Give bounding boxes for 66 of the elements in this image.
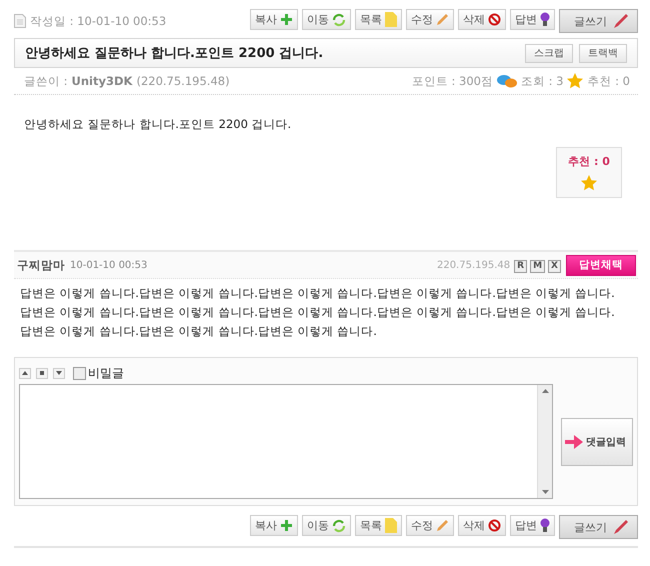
secret-checkbox[interactable] (73, 366, 86, 380)
pencil-icon (436, 13, 449, 26)
comment-action-button[interactable]: R (514, 260, 528, 273)
chat-icon (496, 74, 517, 88)
write-button[interactable]: 글쓰기 (559, 9, 638, 33)
scroll-down-button[interactable] (53, 368, 65, 378)
date-text: 작성일 : 10-01-10 00:53 (30, 14, 166, 28)
toolbar-button[interactable]: 답변 (510, 515, 555, 536)
comment-author: 구찌맘마 (17, 258, 65, 272)
points-text: 포인트 : 300점 (412, 74, 493, 88)
toolbar-button[interactable]: 목록 (355, 9, 402, 30)
toolbar-button[interactable]: 목록 (355, 515, 402, 536)
views-text: 조회 : 3 (520, 74, 564, 88)
comment-action-button[interactable]: M (530, 260, 546, 273)
recommend-count: 추천 : 0 (587, 74, 630, 88)
square-icon (40, 371, 44, 375)
toolbar-button[interactable]: 복사 (250, 515, 298, 536)
post-title: 안녕하세요 질문하나 합니다.포인트 2200 겁니다. (25, 45, 324, 62)
toolbar-button[interactable]: 이동 (302, 515, 351, 536)
toolbar-button[interactable]: 수정 (406, 515, 454, 536)
pencil-icon (436, 519, 449, 532)
author-ip: (220.75.195.48) (136, 74, 230, 88)
plus-icon (280, 13, 293, 26)
toolbar-button[interactable]: 이동 (302, 9, 351, 30)
refresh-icon (332, 12, 346, 26)
star-icon (567, 73, 584, 89)
arrow-icon (565, 434, 584, 448)
comment-input[interactable] (19, 384, 554, 499)
comment-ip: 220.75.195.48 (436, 260, 510, 270)
down-triangle-icon[interactable] (542, 490, 549, 494)
author-label: 글쓴이 : (24, 74, 68, 88)
up-triangle-icon (22, 371, 28, 375)
scrollbar[interactable] (537, 385, 552, 498)
author-name: Unity3DK (72, 74, 132, 88)
note-icon (385, 12, 397, 27)
comment-action-button[interactable]: X (548, 260, 561, 273)
title-button[interactable]: 스크랩 (525, 44, 573, 62)
toolbar-button[interactable]: 복사 (250, 9, 298, 30)
comment-date: 10-01-10 00:53 (70, 260, 148, 270)
recommend-button[interactable]: 추천 : 0 (556, 147, 622, 198)
write-button[interactable]: 글쓰기 (559, 515, 638, 539)
pencil-icon (613, 519, 629, 535)
document-icon (14, 14, 26, 28)
toolbar-button[interactable]: 답변 (510, 9, 555, 30)
toolbar-button[interactable]: 삭제 (458, 9, 506, 30)
submit-comment-button[interactable]: 댓글입력 (561, 418, 633, 466)
bulb-icon (540, 12, 550, 27)
note-icon (385, 518, 397, 533)
bulb-icon (540, 518, 550, 533)
plus-icon (280, 519, 293, 532)
post-body: 안녕하세요 질문하나 합니다.포인트 2200 겁니다. (23, 116, 292, 133)
scroll-up-button[interactable] (19, 368, 31, 378)
toolbar-button[interactable]: 수정 (406, 9, 454, 30)
secret-label: 비밀글 (88, 364, 124, 382)
accept-answer-button[interactable]: 답변채택 (566, 254, 636, 276)
no-entry-icon (488, 13, 501, 26)
pencil-icon (613, 13, 629, 29)
star-icon (581, 175, 597, 191)
no-entry-icon (488, 519, 501, 532)
toolbar-button[interactable]: 삭제 (458, 515, 506, 536)
stop-button[interactable] (36, 368, 48, 378)
comment-text: 답변은 이렇게 씁니다.답변은 이렇게 씁니다.답변은 이렇게 씁니다.답변은 이렇게 씁니다.답변은 이렇게 씁니다.답변은 이렇게 씁니다.답변은 이렇게 씁니다.답변은 이렇게 씁니다.답변은 이렇게 씁니다.답변은 이렇게 씁니다.답변은 이렇게 씁니다.답변은 이렇게 씁니다.답변은 이렇게 씁니다. (19, 285, 616, 340)
title-button[interactable]: 트랙백 (579, 44, 627, 62)
refresh-icon (332, 518, 346, 532)
down-triangle-icon (56, 371, 62, 375)
up-triangle-icon[interactable] (542, 389, 549, 393)
